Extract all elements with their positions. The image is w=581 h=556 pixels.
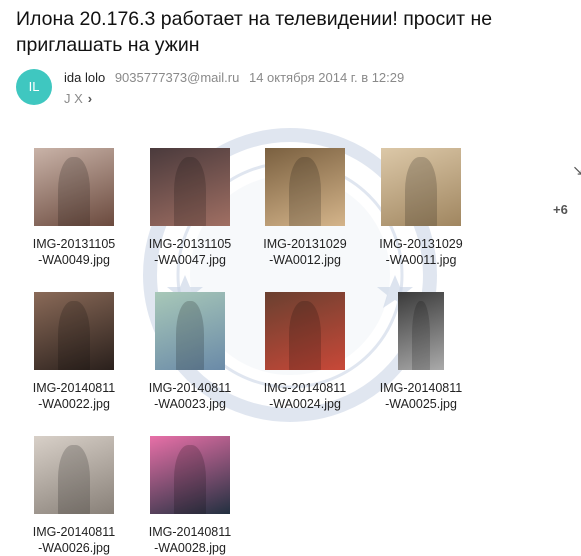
more-attachments-button[interactable]: +6 [553,202,568,217]
attachment-filename: IMG-20131029 -WA0011.jpg [379,237,463,267]
photo-figure [58,157,90,226]
photo-figure [405,157,437,226]
photo-figure [289,157,321,226]
recipients-toggle[interactable]: J X › [64,91,92,106]
attachment-thumbnail[interactable] [265,148,345,226]
attachment-filename: IMG-20140811 -WA0024.jpg [263,381,347,411]
photo-figure [58,301,90,370]
attachment-item[interactable]: IMG-20131029 -WA0012.jpg [249,148,361,268]
recipients-list: J X [64,91,83,106]
attachment-thumbnail[interactable] [34,148,114,226]
photo-figure [58,445,90,514]
photo-figure [176,301,204,370]
photo-figure [174,445,206,514]
attachment-item[interactable]: IMG-20131105 -WA0047.jpg [134,148,246,268]
attachment-item[interactable]: IMG-20140811 -WA0026.jpg [18,436,130,556]
photo-figure [411,301,431,370]
attachment-filename: IMG-20140811 -WA0025.jpg [379,381,463,411]
attachment-filename: IMG-20140811 -WA0023.jpg [148,381,232,411]
chevron-right-icon: › [87,91,93,106]
attachment-item[interactable]: IMG-20140811 -WA0024.jpg [249,292,361,412]
email-subject: Илона 20.176.3 работает на телевидении! … [16,8,493,56]
open-arrow-icon[interactable]: ↘ [572,162,581,179]
attachment-item[interactable]: IMG-20140811 -WA0025.jpg [365,292,477,412]
sender-avatar[interactable]: IL [16,69,52,105]
attachment-filename: IMG-20140811 -WA0028.jpg [148,525,232,555]
photo-figure [289,301,321,370]
attachment-thumbnail[interactable] [150,436,230,514]
attachment-item[interactable]: IMG-20140811 -WA0022.jpg [18,292,130,412]
attachment-thumbnail[interactable] [381,148,461,226]
attachment-thumbnail[interactable] [155,292,225,370]
sender-name[interactable]: ida lolo [64,70,105,85]
attachment-item[interactable]: IMG-20131105 -WA0049.jpg [18,148,130,268]
attachment-thumbnail[interactable] [398,292,444,370]
attachment-thumbnail[interactable] [265,292,345,370]
attachment-filename: IMG-20131105 -WA0049.jpg [32,237,116,267]
attachment-filename: IMG-20131105 -WA0047.jpg [148,237,232,267]
attachment-thumbnail[interactable] [34,436,114,514]
attachment-filename: IMG-20131029 -WA0012.jpg [263,237,347,267]
photo-figure [174,157,206,226]
attachment-item[interactable]: IMG-20140811 -WA0028.jpg [134,436,246,556]
sender-line: ida lolo 9035777373@mail.ru 14 октября 2… [64,70,404,85]
attachment-item[interactable]: IMG-20140811 -WA0023.jpg [134,292,246,412]
attachment-filename: IMG-20140811 -WA0026.jpg [32,525,116,555]
attachment-thumbnail[interactable] [150,148,230,226]
attachment-item[interactable]: IMG-20131029 -WA0011.jpg [365,148,477,268]
attachment-thumbnail[interactable] [34,292,114,370]
attachment-filename: IMG-20140811 -WA0022.jpg [32,381,116,411]
sender-email[interactable]: 9035777373@mail.ru [115,70,240,85]
sent-date: 14 октября 2014 г. в 12:29 [248,70,405,85]
